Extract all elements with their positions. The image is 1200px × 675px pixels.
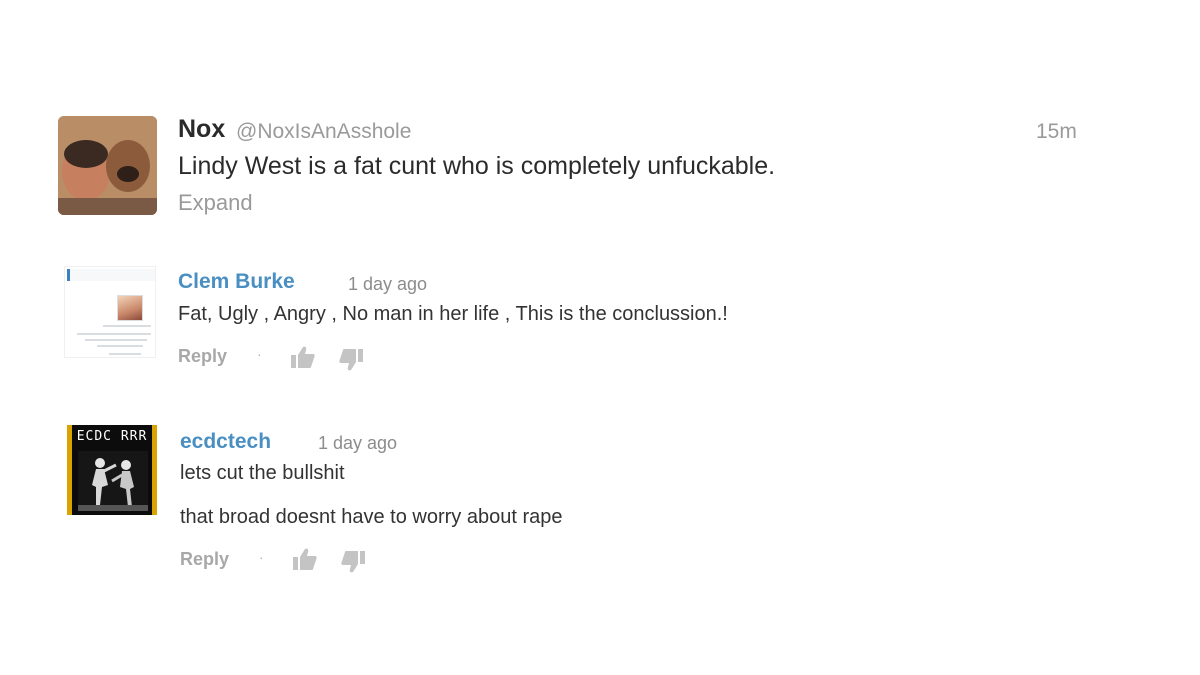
reply-button[interactable]: Reply	[178, 346, 227, 367]
avatar-thumbnail-line	[103, 325, 151, 327]
avatar-thumbnail-line	[77, 333, 151, 335]
comment-author-name[interactable]: ecdctech	[180, 430, 271, 454]
avatar-logo-text: ECDC RRR	[76, 429, 148, 444]
thumbs-down-icon[interactable]	[338, 347, 364, 373]
comment-timestamp[interactable]: 1 day ago	[348, 274, 427, 295]
comment-author-name[interactable]: Clem Burke	[178, 270, 295, 294]
separator-dot: ·	[257, 346, 262, 362]
comment-text: that broad doesnt have to worry about ra…	[180, 506, 563, 528]
reply-button[interactable]: Reply	[180, 549, 229, 570]
tweet-timestamp[interactable]: 15m	[1036, 120, 1077, 144]
tweet-avatar[interactable]	[58, 116, 157, 215]
thumbs-down-icon[interactable]	[340, 549, 366, 575]
tweet-author-handle[interactable]: @NoxIsAnAsshole	[236, 120, 411, 144]
thumbs-up-icon[interactable]	[290, 344, 316, 370]
avatar-thumbnail-header	[67, 269, 155, 281]
avatar-thumbnail-photo	[117, 295, 143, 321]
avatar-thumbnail-line	[85, 339, 147, 341]
avatar-thumbnail-line	[109, 353, 141, 355]
boxers-illustration	[78, 451, 148, 511]
tweet-expand-link[interactable]: Expand	[178, 190, 253, 216]
thumbs-up-icon[interactable]	[292, 546, 318, 572]
separator-dot: ·	[259, 549, 264, 565]
comment-text: Fat, Ugly , Angry , No man in her life ,…	[178, 303, 728, 325]
tweet-text: Lindy West is a fat cunt who is complete…	[178, 152, 776, 180]
avatar-thumbnail-line	[97, 345, 143, 347]
tweet-author-name[interactable]: Nox	[178, 115, 225, 144]
tweet-avatar-photo	[58, 116, 157, 215]
comment-timestamp[interactable]: 1 day ago	[318, 433, 397, 454]
comment-avatar[interactable]	[64, 266, 156, 358]
comment-avatar[interactable]: ECDC RRR	[67, 425, 157, 515]
comment-text: lets cut the bullshit	[180, 462, 345, 484]
